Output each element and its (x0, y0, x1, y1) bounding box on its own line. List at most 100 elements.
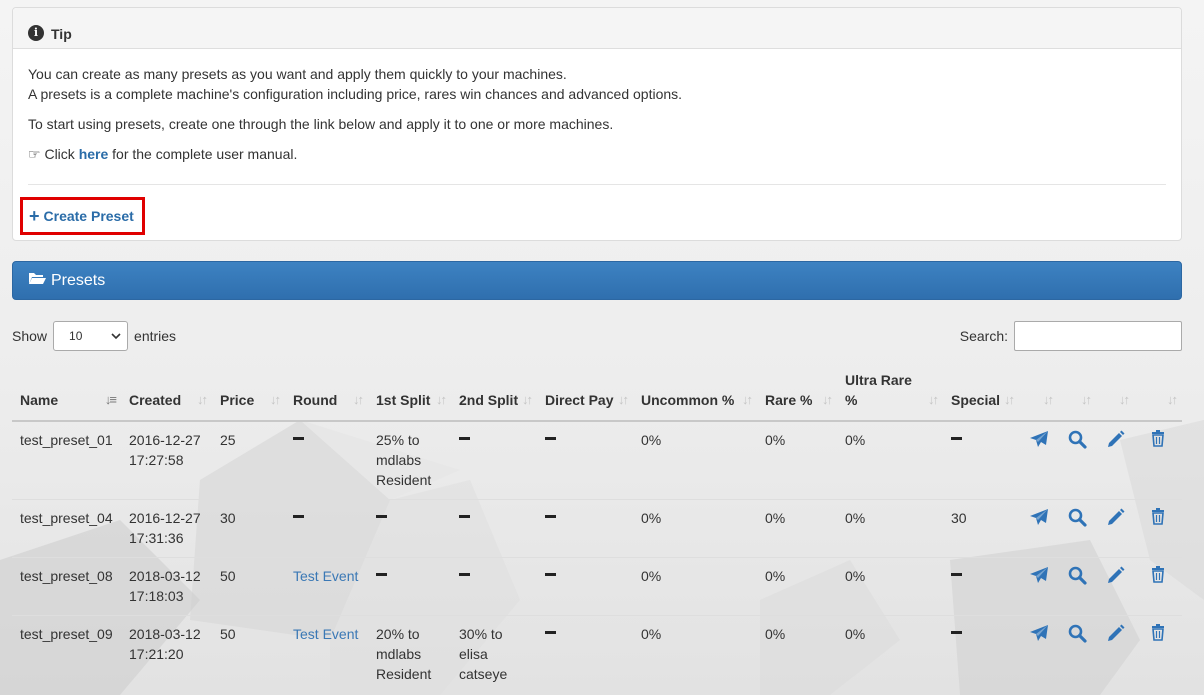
empty-value-dash (951, 572, 962, 576)
edit-preset-button[interactable] (1096, 615, 1134, 693)
sort-icon: ↓↑ (618, 392, 629, 407)
column-header-5[interactable]: 2nd Split ↓↑ (451, 362, 537, 422)
empty-value-dash (545, 436, 556, 440)
send-preset-button[interactable] (1019, 499, 1058, 558)
sort-icon: ↓↑ (928, 392, 939, 407)
uncommon-pct: 0% (641, 432, 662, 448)
tip-manual-line: ☞ Click here for the complete user manua… (28, 144, 1166, 164)
cell-created: 2016-12-27 17:27:58 (121, 420, 212, 500)
send-preset-button[interactable] (1019, 420, 1058, 500)
cell-ultra-rare: 0% (837, 557, 943, 616)
sort-icon: ↓↑ (197, 392, 208, 407)
created-time: 17:21:20 (129, 646, 184, 662)
column-header-label: Created (129, 392, 182, 408)
delete-preset-button[interactable] (1134, 499, 1182, 558)
cell-special: 30 (943, 499, 1019, 558)
created-date: 2018-03-12 (129, 626, 201, 642)
presets-title: Presets (51, 271, 106, 289)
delete-preset-button[interactable] (1134, 615, 1182, 693)
edit-preset-button[interactable] (1096, 499, 1134, 558)
column-header-label: Special (951, 392, 1001, 408)
edit-preset-button[interactable] (1096, 420, 1134, 500)
created-datetime: 2018-03-12 17:18:03 (129, 566, 204, 606)
ultra-rare-pct: 0% (845, 510, 866, 526)
created-time: 17:18:03 (129, 588, 184, 604)
cell-ultra-rare: 0% (837, 499, 943, 558)
cell-created: 2018-03-12 17:18:03 (121, 557, 212, 616)
sort-icon: ↓↑ (270, 392, 281, 407)
tip-text-line-3: To start using presets, create one throu… (28, 116, 614, 132)
paper-plane-icon (1029, 509, 1049, 529)
cell-rare: 0% (757, 615, 837, 693)
sort-icon: ↓↑ (1081, 392, 1092, 407)
pointing-hand-icon: ☞ (28, 146, 41, 162)
column-header-9[interactable]: Ultra Rare % ↓↑ (837, 362, 943, 422)
cell-split-1: 25% to mdlabs Resident (368, 420, 451, 500)
column-header-0[interactable]: Name ↓≡ (12, 362, 121, 422)
column-header-7[interactable]: Uncommon % ↓↑ (633, 362, 757, 422)
table-header-row: Name ↓≡ Created ↓↑ Price ↓↑ Round ↓↑ 1st Split ↓↑… (12, 362, 1182, 422)
cell-round (285, 499, 368, 558)
cell-price: 50 (212, 615, 285, 693)
column-header-label: Round (293, 392, 338, 408)
delete-preset-button[interactable] (1134, 557, 1182, 616)
delete-preset-button[interactable] (1134, 420, 1182, 500)
uncommon-pct: 0% (641, 510, 662, 526)
cell-created: 2016-12-27 17:31:36 (121, 499, 212, 558)
split-1-line: 25% to (376, 432, 420, 448)
create-preset-button[interactable]: + Create Preset (20, 197, 145, 235)
empty-value-dash (293, 436, 304, 440)
cell-split-1 (368, 557, 451, 616)
view-preset-button[interactable] (1058, 499, 1096, 558)
sort-icon: ↓↑ (1004, 392, 1015, 407)
column-header-14[interactable]: ↓↑ (1134, 362, 1182, 422)
created-time: 17:31:36 (129, 530, 184, 546)
rare-pct: 0% (765, 432, 786, 448)
info-icon: i (28, 24, 44, 41)
send-preset-button[interactable] (1019, 557, 1058, 616)
column-header-6[interactable]: Direct Pay ↓↑ (537, 362, 633, 422)
column-header-2[interactable]: Price ↓↑ (212, 362, 285, 422)
search-input[interactable] (1014, 321, 1182, 351)
column-header-10[interactable]: Special ↓↑ (943, 362, 1019, 422)
view-preset-button[interactable] (1058, 420, 1096, 500)
pencil-icon (1106, 624, 1125, 646)
column-header-label: Name (20, 392, 59, 408)
entries-label: entries (134, 328, 177, 344)
cell-uncommon: 0% (633, 420, 757, 500)
search-icon (1068, 624, 1087, 646)
manual-link[interactable]: here (79, 146, 109, 162)
round-link[interactable]: Test Event (293, 626, 358, 642)
created-date: 2018-03-12 (129, 568, 201, 584)
pencil-icon (1106, 566, 1125, 588)
empty-value-dash (376, 572, 387, 576)
tip-panel: i Tip You can create as many presets as … (12, 7, 1182, 241)
split-2-line: catseye (459, 666, 508, 682)
view-preset-button[interactable] (1058, 615, 1096, 693)
column-header-12[interactable]: ↓↑ (1058, 362, 1096, 422)
page-length-select[interactable]: 10 (53, 321, 129, 351)
paper-plane-icon (1029, 625, 1049, 645)
preset-name: test_preset_01 (20, 432, 113, 448)
column-header-1[interactable]: Created ↓↑ (121, 362, 212, 422)
rare-pct: 0% (765, 626, 786, 642)
column-header-11[interactable]: ↓↑ (1019, 362, 1058, 422)
preset-price: 30 (220, 510, 236, 526)
column-header-4[interactable]: 1st Split ↓↑ (368, 362, 451, 422)
edit-preset-button[interactable] (1096, 557, 1134, 616)
sort-ascending-icon: ↓≡ (104, 392, 117, 407)
view-preset-button[interactable] (1058, 557, 1096, 616)
split-2-line: elisa (459, 646, 488, 662)
send-preset-button[interactable] (1019, 615, 1058, 693)
table-row: test_preset_09 2018-03-12 17:21:20 50 Test E… (12, 615, 1182, 693)
column-header-3[interactable]: Round ↓↑ (285, 362, 368, 422)
search-icon (1068, 566, 1087, 588)
cell-split-2 (451, 420, 537, 500)
round-link[interactable]: Test Event (293, 568, 358, 584)
cell-name: test_preset_09 (12, 615, 121, 693)
column-header-8[interactable]: Rare % ↓↑ (757, 362, 837, 422)
split-1-line: Resident (376, 472, 432, 488)
presets-panel-header: Presets (12, 261, 1182, 300)
table-row: test_preset_04 2016-12-27 17:31:36 30 0% 0% 0%… (12, 499, 1182, 558)
column-header-13[interactable]: ↓↑ (1096, 362, 1134, 422)
